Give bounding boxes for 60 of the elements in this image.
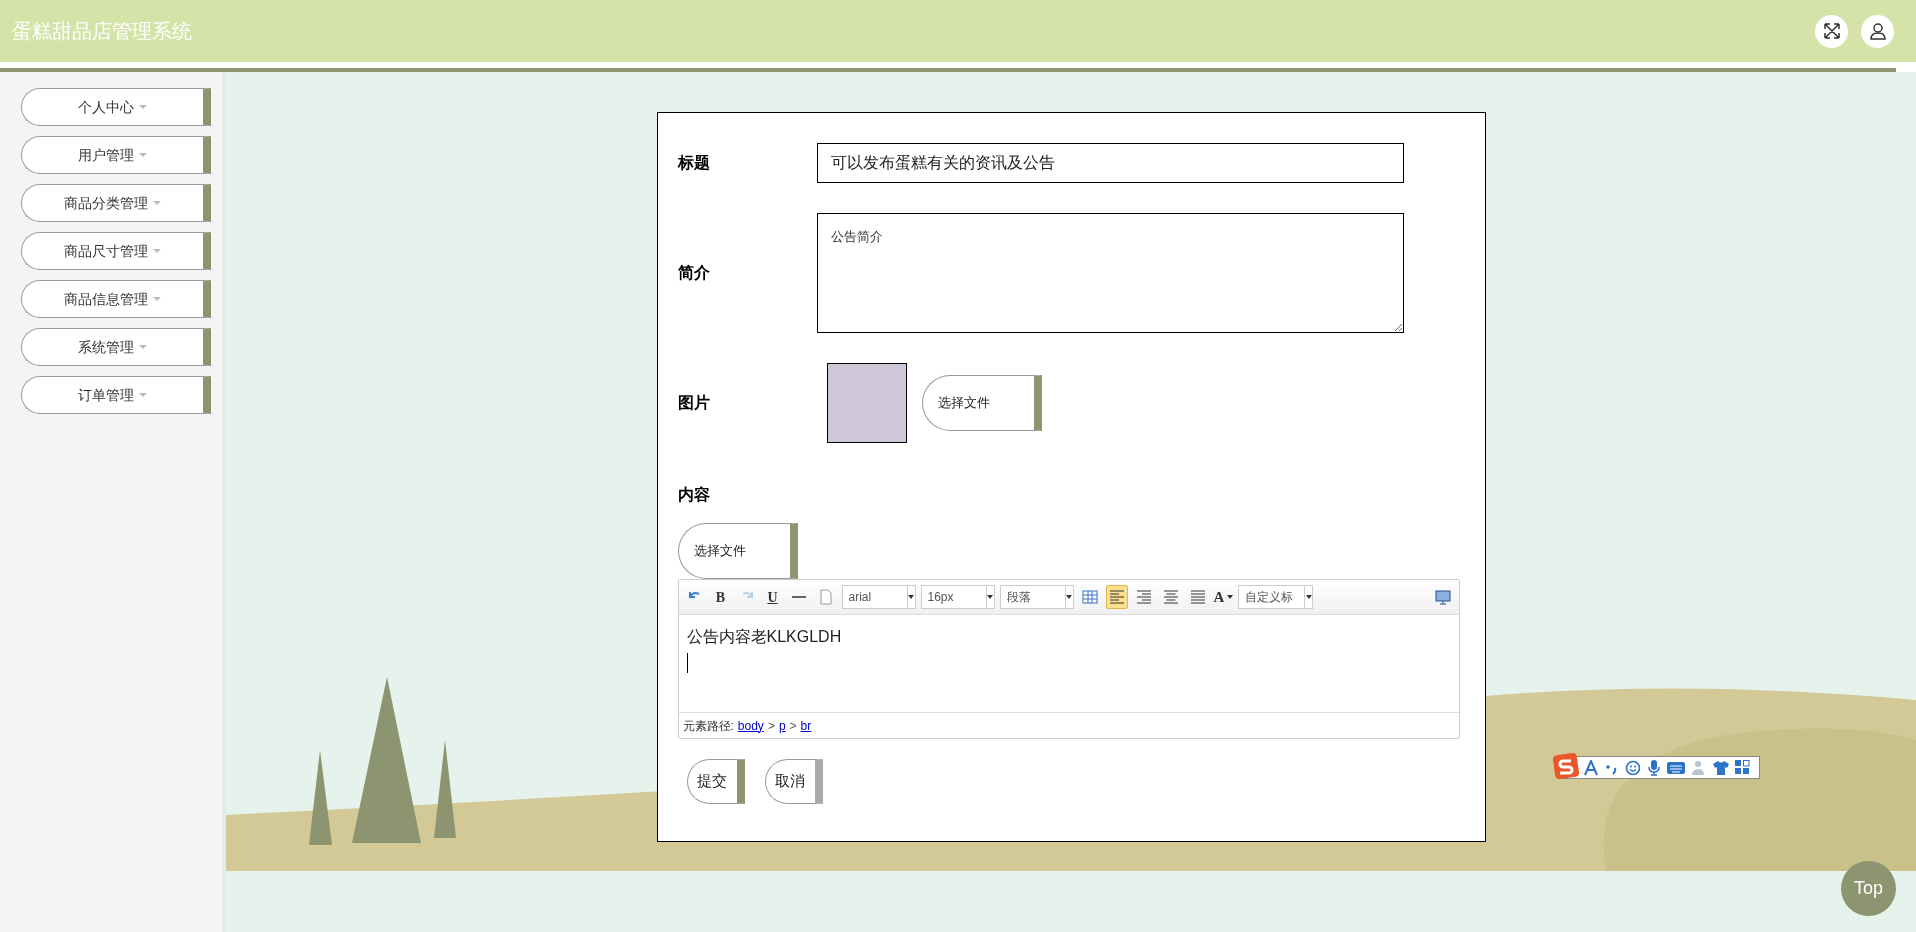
shirt-icon[interactable] — [1713, 759, 1729, 776]
choose-file-button[interactable]: 选择文件 — [921, 375, 1042, 431]
sidebar-menu-item[interactable]: 商品尺寸管理 — [21, 232, 211, 270]
editor-text: 公告内容老KLKGLDH — [686, 627, 843, 647]
align-left-icon[interactable] — [1105, 585, 1128, 609]
editor-select[interactable]: arial — [841, 585, 916, 609]
bold-button[interactable]: B — [710, 585, 731, 609]
editor-select[interactable]: 16px — [920, 585, 995, 609]
microphone-icon[interactable] — [1647, 759, 1661, 776]
caret-icon — [1066, 595, 1072, 599]
text-cursor — [686, 653, 688, 673]
field-label: 内容 — [677, 486, 710, 503]
caret-icon — [1227, 595, 1234, 599]
submit-button[interactable]: 提交 — [686, 759, 745, 804]
keyboard-icon[interactable] — [1667, 760, 1685, 775]
editor-content[interactable]: 公告内容老KLKGLDH — [678, 615, 1459, 712]
select-value: 段落 — [1006, 589, 1031, 606]
sidebar-menu-item[interactable]: 系统管理 — [21, 328, 211, 366]
intro-textarea[interactable]: 公告简介 — [816, 213, 1404, 333]
caret-icon — [139, 153, 147, 157]
choose-file-button[interactable]: 选择文件 — [677, 523, 798, 579]
path-separator: > — [789, 717, 797, 735]
select-value: 16px — [927, 589, 954, 606]
sidebar-menu-item[interactable]: 商品信息管理 — [21, 280, 211, 318]
caret-icon — [1305, 595, 1312, 599]
grid-icon[interactable] — [1735, 760, 1750, 775]
underline-button[interactable]: U — [762, 585, 783, 609]
cancel-button[interactable]: 取消 — [764, 759, 823, 804]
sidebar-menu-item[interactable]: 订单管理 — [21, 376, 211, 414]
field-label: 图片 — [677, 393, 711, 413]
emoji-icon[interactable] — [1625, 759, 1641, 776]
sidebar-menu-item[interactable]: 个人中心 — [21, 88, 211, 126]
select-value: 自定义标 — [1245, 589, 1294, 606]
logo-icon[interactable] — [1553, 753, 1579, 779]
caret-icon — [153, 201, 161, 205]
editor-select[interactable]: 段落 — [999, 585, 1074, 609]
caret-icon — [153, 297, 161, 301]
editor-select[interactable]: 自定义标 — [1238, 585, 1314, 609]
field-label: 标题 — [677, 153, 711, 173]
caret-icon — [139, 345, 147, 349]
fullscreen-icon[interactable] — [1815, 14, 1848, 48]
caret-icon — [139, 393, 147, 397]
path-link[interactable]: body — [737, 716, 764, 735]
caret-icon — [987, 595, 993, 599]
path-link[interactable]: p — [778, 716, 786, 735]
element-path-label: 元素路径: — [682, 717, 734, 735]
app-title: 蛋糕甜品店管理系统 — [12, 19, 192, 44]
field-label: 简介 — [677, 263, 711, 283]
caret-icon — [153, 249, 161, 253]
path-link[interactable]: br — [800, 716, 812, 735]
caret-icon — [908, 595, 914, 599]
caret-icon — [139, 105, 147, 109]
font-icon[interactable] — [1583, 759, 1599, 776]
user-icon[interactable] — [1861, 14, 1894, 48]
sidebar-menu-item[interactable]: 用户管理 — [21, 136, 211, 174]
title-input[interactable]: 可以发布蛋糕有关的资讯及公告 — [816, 143, 1404, 183]
sidebar-menu-item[interactable]: 商品分类管理 — [21, 184, 211, 222]
select-value: arial — [848, 589, 872, 606]
path-separator: > — [767, 717, 775, 735]
font-color-button[interactable]: A — [1213, 585, 1234, 609]
